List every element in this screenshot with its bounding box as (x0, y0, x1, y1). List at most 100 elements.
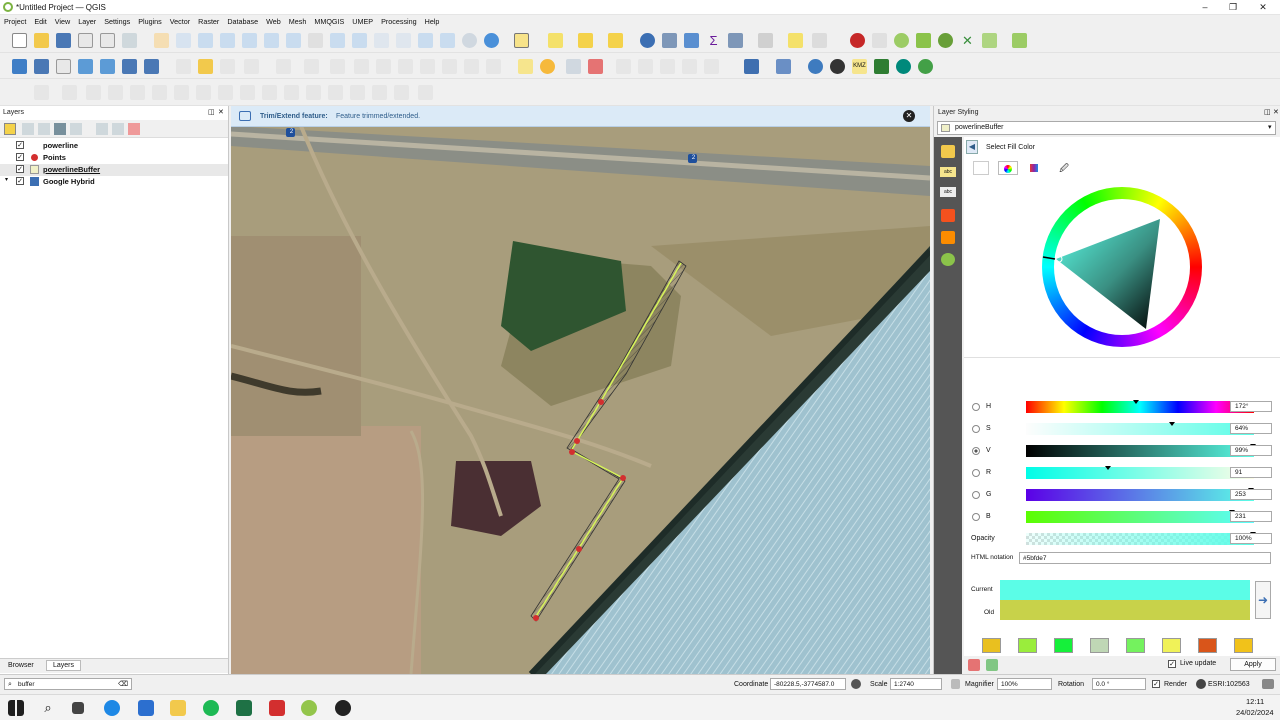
slider-handle[interactable] (1105, 466, 1111, 470)
menu-edit[interactable]: Edit (30, 15, 50, 26)
symbology-brush-icon[interactable] (941, 145, 955, 158)
tab-color-ramp[interactable] (973, 161, 989, 175)
current-edits-icon[interactable] (176, 59, 191, 74)
add-group-icon[interactable] (22, 123, 34, 135)
menu-view[interactable]: View (51, 15, 74, 26)
toggle-editing-pencil-icon[interactable] (198, 59, 213, 74)
qgis-taskbar-icon[interactable] (301, 700, 317, 716)
style-layer-icon[interactable] (4, 123, 16, 135)
tab-color-wheel[interactable] (998, 161, 1018, 175)
print-layout-icon[interactable] (100, 33, 115, 48)
delete-selected-icon[interactable] (376, 59, 391, 74)
annotation-icon[interactable] (812, 33, 827, 48)
new-virtual-layer-icon[interactable] (100, 59, 115, 74)
diagrams-icon[interactable] (941, 231, 955, 244)
spinbox-r[interactable]: 91 (1230, 467, 1272, 478)
map-canvas[interactable]: 2 2 (231, 106, 930, 674)
globe-icon[interactable] (918, 59, 933, 74)
zoom-layer-icon[interactable] (286, 33, 301, 48)
spinbox-opacity[interactable]: 100% (1230, 533, 1272, 544)
measure-icon[interactable] (758, 33, 773, 48)
toggle-extents-icon[interactable] (851, 679, 861, 689)
identify-icon[interactable] (640, 33, 655, 48)
expand-arrow-icon[interactable]: ▾ (5, 176, 8, 183)
color-swatch[interactable] (1054, 638, 1073, 653)
disabled-tool-icon[interactable] (62, 85, 77, 100)
trim-extend-icon[interactable] (872, 33, 887, 48)
new-spatialite-icon[interactable] (78, 59, 93, 74)
menu-web[interactable]: Web (262, 15, 285, 26)
zoom-next-icon[interactable] (352, 33, 367, 48)
select-value-icon[interactable] (548, 33, 563, 48)
apply-button[interactable]: Apply (1230, 658, 1276, 671)
menu-umep[interactable]: UMEP (348, 15, 377, 26)
deselect-icon[interactable] (578, 33, 593, 48)
disabled-tool-icon[interactable] (350, 85, 365, 100)
disabled-tool-icon[interactable] (174, 85, 189, 100)
change-label-icon[interactable] (660, 59, 675, 74)
disabled-tool-icon[interactable] (130, 85, 145, 100)
disabled-tool-icon[interactable] (86, 85, 101, 100)
radio-b[interactable] (972, 513, 980, 521)
maximize-button[interactable]: ❐ (1218, 1, 1248, 13)
layer-item-powerlinebuffer[interactable]: ✓ powerlineBuffer (0, 164, 228, 176)
collapse-all-icon[interactable] (112, 123, 124, 135)
save-as-icon[interactable] (78, 33, 93, 48)
expand-all-icon[interactable] (96, 123, 108, 135)
paste-features-icon[interactable] (442, 59, 457, 74)
disabled-tool-icon[interactable] (262, 85, 277, 100)
layer-checkbox[interactable]: ✓ (16, 165, 24, 173)
rotate-label-icon[interactable] (638, 59, 653, 74)
terrain-icon[interactable] (874, 59, 889, 74)
color-swatch[interactable] (1018, 638, 1037, 653)
copy-features-icon[interactable] (420, 59, 435, 74)
render-checkbox[interactable]: ✓ (1152, 680, 1160, 688)
coordinate-field[interactable]: -80228.5,-3774587.0 (770, 678, 846, 690)
slider-b[interactable] (1026, 510, 1254, 523)
filter-icon[interactable] (54, 123, 66, 135)
close-panel-icon[interactable]: ✕ (1273, 108, 1279, 116)
filter-expression-icon[interactable] (70, 123, 82, 135)
tab-color-swatches[interactable] (1026, 161, 1042, 175)
python-console-icon[interactable] (808, 59, 823, 74)
clear-search-icon[interactable]: ⌫ (118, 679, 128, 690)
layer-checkbox[interactable]: ✓ (16, 141, 24, 149)
processing-toolbox-icon[interactable] (684, 33, 699, 48)
minimize-button[interactable]: – (1190, 1, 1220, 13)
disabled-tool-icon[interactable] (418, 85, 433, 100)
messages-icon[interactable] (1262, 679, 1274, 689)
zoom-native-icon[interactable] (308, 33, 323, 48)
show-bookmarks-icon[interactable] (440, 33, 455, 48)
layer-checkbox[interactable]: ✓ (16, 153, 24, 161)
pan-hand-icon[interactable] (154, 33, 169, 48)
cross-tool-icon[interactable]: ✕ (960, 33, 975, 48)
disabled-tool-icon[interactable] (108, 85, 123, 100)
magnifier-field[interactable]: 100% (997, 678, 1052, 690)
magnet-snapping-icon[interactable] (850, 33, 865, 48)
menu-layer[interactable]: Layer (74, 15, 100, 26)
search-icon[interactable]: ⌕ (40, 700, 56, 716)
satellite-map[interactable] (231, 106, 930, 674)
slider-handle[interactable] (1133, 400, 1139, 404)
zoom-full-icon[interactable] (242, 33, 257, 48)
slider-opacity[interactable] (1026, 532, 1256, 545)
tab-browser[interactable]: Browser (3, 661, 39, 670)
slider-h[interactable] (1026, 400, 1254, 413)
disabled-tool-icon[interactable] (328, 85, 343, 100)
apply-color-arrow-icon[interactable]: ➜ (1255, 581, 1271, 619)
layer-item-google-hybrid[interactable]: ▾ ✓ Google Hybrid (0, 176, 228, 188)
3d-view-icon[interactable] (941, 209, 955, 222)
layer-checkbox[interactable]: ✓ (16, 177, 24, 185)
move-label-icon[interactable] (616, 59, 631, 74)
radio-h[interactable] (972, 403, 980, 411)
radio-v-selected[interactable] (972, 447, 980, 455)
pin-labels-icon[interactable] (566, 59, 581, 74)
snap-self-icon[interactable] (982, 33, 997, 48)
spotify-icon[interactable] (203, 700, 219, 716)
color-swatch[interactable] (1162, 638, 1181, 653)
save-project-icon[interactable] (56, 33, 71, 48)
close-panel-icon[interactable]: ✕ (218, 108, 224, 116)
map-tips-icon[interactable] (788, 33, 803, 48)
color-swatch[interactable] (1090, 638, 1109, 653)
layer-item-points[interactable]: ✓ Points (0, 152, 228, 164)
